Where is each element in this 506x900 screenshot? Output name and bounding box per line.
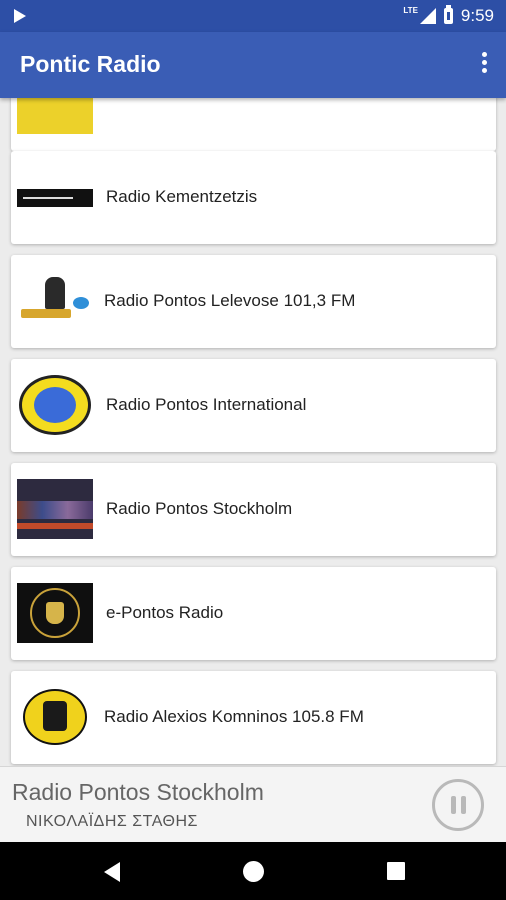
station-logo	[17, 687, 93, 747]
station-logo	[17, 98, 93, 134]
station-name: Radio Alexios Komninos 105.8 FM	[104, 707, 364, 726]
station-card[interactable]: Radio Alexios Komninos 105.8 FM	[11, 671, 496, 764]
home-icon[interactable]	[243, 861, 264, 882]
station-name: Radio Pontos Lelevose 101,3 FM	[104, 291, 356, 310]
station-logo	[17, 583, 93, 643]
station-card[interactable]: Radio Kementzetzis	[11, 151, 496, 244]
station-card[interactable]: Radio Pontos Lelevose 101,3 FM	[11, 255, 496, 348]
system-nav-bar	[0, 842, 506, 900]
app-bar: Pontic Radio	[0, 32, 506, 98]
pause-button[interactable]	[432, 779, 484, 831]
now-playing-subtitle: ΝΙΚΟΛΑΪΔΗΣ ΣΤΑΘΗΣ	[26, 813, 198, 830]
clock: 9:59	[460, 6, 494, 25]
station-card[interactable]: Radio Pontos Stockholm	[11, 463, 496, 556]
overflow-menu-icon[interactable]	[480, 52, 488, 78]
now-playing-bar[interactable]: Radio Pontos Stockholm ΝΙΚΟΛΑΪΔΗΣ ΣΤΑΘΗΣ	[0, 766, 506, 843]
station-card[interactable]	[11, 98, 496, 151]
station-card[interactable]: e-Pontos Radio	[11, 567, 496, 660]
recent-apps-icon[interactable]	[387, 862, 405, 880]
station-name: Radio Pontos International	[106, 395, 307, 414]
now-playing-title: Radio Pontos Stockholm	[12, 779, 264, 805]
status-indicators: LTE 9:59	[403, 5, 494, 27]
station-logo	[17, 479, 93, 539]
station-name: Radio Kementzetzis	[106, 187, 258, 206]
play-notification-icon	[14, 9, 26, 23]
station-logo	[17, 271, 93, 331]
signal-icon	[419, 8, 436, 24]
back-icon[interactable]	[104, 862, 120, 882]
status-bar: LTE 9:59	[0, 0, 506, 32]
station-logo	[17, 375, 93, 435]
station-logo	[17, 167, 93, 227]
station-name: Radio Pontos Stockholm	[106, 499, 293, 518]
station-name: e-Pontos Radio	[106, 603, 224, 622]
lte-badge: LTE	[403, 6, 418, 15]
station-card[interactable]: Radio Pontos International	[11, 359, 496, 452]
station-list[interactable]: Radio Kementzetzis Radio Pontos Lelevose…	[0, 98, 506, 766]
app-title: Pontic Radio	[20, 51, 161, 77]
battery-icon	[443, 5, 453, 24]
